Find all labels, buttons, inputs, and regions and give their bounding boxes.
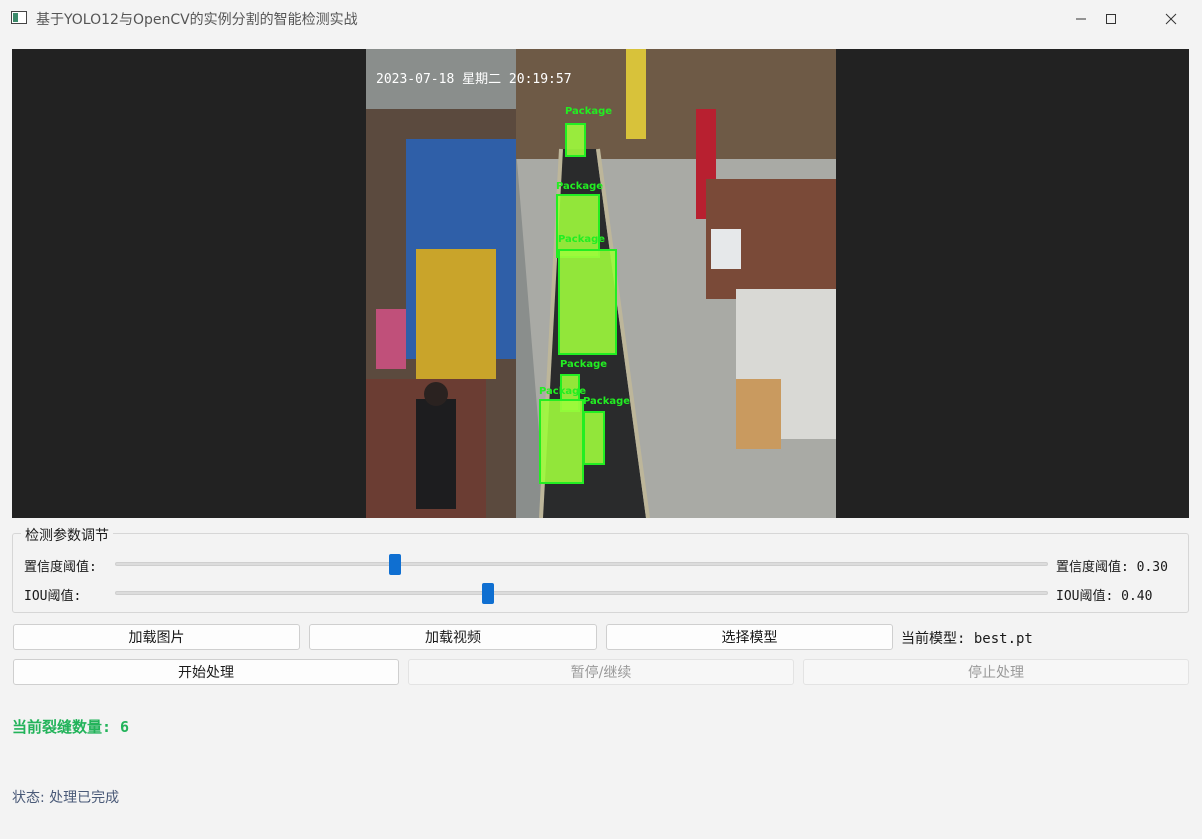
status-text: 状态: 处理已完成 xyxy=(12,790,120,806)
start-button[interactable]: 开始处理 xyxy=(13,659,399,685)
video-display: 2023-07-18 星期二 20:19:57 Package Package … xyxy=(12,49,1189,518)
maximize-icon xyxy=(1106,14,1116,24)
window-title: 基于YOLO12与OpenCV的实例分割的智能检测实战 xyxy=(36,12,358,28)
params-group: 检测参数调节 置信度阈值: 置信度阈值: 0.30 IOU阈值: IOU阈值: … xyxy=(12,525,1189,613)
load-video-button[interactable]: 加载视频 xyxy=(309,624,597,650)
iou-slider-handle[interactable] xyxy=(482,583,495,604)
close-icon xyxy=(1165,13,1177,25)
title-bar: 基于YOLO12与OpenCV的实例分割的智能检测实战 xyxy=(0,0,1202,38)
video-timestamp: 2023-07-18 星期二 20:19:57 xyxy=(376,72,572,87)
params-group-title: 检测参数调节 xyxy=(21,525,113,545)
pause-resume-button[interactable]: 暂停/继续 xyxy=(408,659,794,685)
detection-label: Package xyxy=(539,386,586,397)
confidence-value: 置信度阈值: 0.30 xyxy=(1056,560,1168,575)
current-model-label: 当前模型: best.pt xyxy=(901,631,1033,647)
confidence-slider[interactable] xyxy=(115,562,1048,566)
iou-slider[interactable] xyxy=(115,591,1048,595)
detection-label: Package xyxy=(558,234,605,245)
close-button[interactable] xyxy=(1142,0,1200,38)
select-model-button[interactable]: 选择模型 xyxy=(606,624,893,650)
iou-value: IOU阈值: 0.40 xyxy=(1056,589,1153,604)
detection-label: Package xyxy=(560,359,607,370)
app-icon xyxy=(11,11,27,24)
maximize-button[interactable] xyxy=(1082,0,1140,38)
detection-label: Package xyxy=(556,181,603,192)
detection-label: Package xyxy=(565,106,612,117)
detection-label: Package xyxy=(583,396,630,407)
detection-count: 当前裂缝数量: 6 xyxy=(12,718,130,736)
stop-button[interactable]: 停止处理 xyxy=(803,659,1189,685)
iou-label: IOU阈值: xyxy=(24,589,82,604)
confidence-slider-handle[interactable] xyxy=(388,554,401,575)
video-frame: 2023-07-18 星期二 20:19:57 Package Package … xyxy=(366,49,836,518)
confidence-label: 置信度阈值: xyxy=(24,560,97,575)
load-image-button[interactable]: 加载图片 xyxy=(13,624,300,650)
